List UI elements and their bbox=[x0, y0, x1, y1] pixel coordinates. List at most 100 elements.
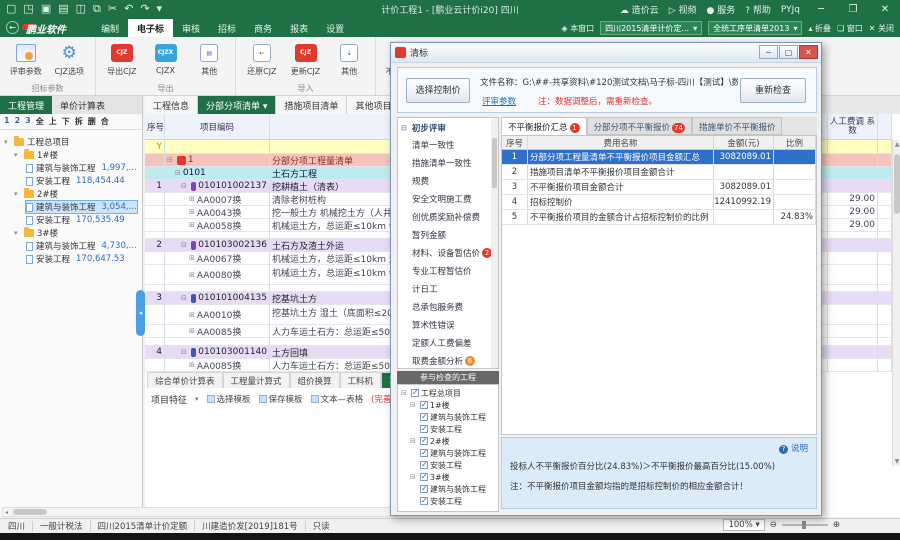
export-cjzx-button[interactable]: CJZX CJZX bbox=[146, 40, 186, 77]
update-cjz-button[interactable]: CJZ 更新CJZ bbox=[286, 40, 326, 77]
review-list-scrollbar[interactable] bbox=[491, 118, 498, 368]
tab-unbalanced-summary[interactable]: 不平衡报价汇总1 bbox=[501, 117, 587, 135]
explanation-link[interactable]: 说明 bbox=[779, 442, 808, 454]
project-check-item[interactable]: 安装工程 bbox=[420, 495, 462, 507]
zoom-value[interactable]: 100% ▾ bbox=[723, 519, 764, 531]
summary-row[interactable]: 5 不平衡报价项目的金额合计占招标控制价的比例 24.83% bbox=[502, 210, 816, 225]
review-item[interactable]: 算术性错误 bbox=[412, 318, 499, 332]
review-item[interactable]: 总承包服务费 bbox=[412, 300, 499, 314]
checkbox-checked-icon[interactable] bbox=[420, 449, 428, 457]
checkbox-checked-icon[interactable] bbox=[420, 437, 428, 445]
zoom-in-icon[interactable]: ⊕ bbox=[833, 520, 840, 530]
tree-item[interactable]: 安装工程170,535.49 bbox=[26, 214, 125, 226]
checkbox-checked-icon[interactable] bbox=[420, 425, 428, 433]
tree-item[interactable]: 建筑与装饰工程4,730,... bbox=[26, 240, 137, 252]
checkbox-checked-icon[interactable] bbox=[420, 401, 428, 409]
window-button[interactable]: ❏ 窗口 bbox=[837, 23, 863, 34]
vertical-scrollbar[interactable]: ▲ ▼ bbox=[892, 140, 900, 466]
service-icon[interactable]: ● 服务 bbox=[707, 3, 736, 16]
restore-cjz-button[interactable]: ⇠ 还原CJZ bbox=[242, 40, 282, 77]
tab-unit-price-sheet[interactable]: 单价计算表 bbox=[52, 96, 113, 114]
project-check-item[interactable]: 建筑与装饰工程 bbox=[420, 483, 486, 495]
level1-button[interactable]: 1 bbox=[4, 116, 10, 127]
review-root[interactable]: ⊟ 初步评审 bbox=[401, 121, 499, 135]
review-item[interactable]: 专业工程暂估价 bbox=[412, 264, 499, 278]
export-cjz-button[interactable]: CJZ 导出CJZ bbox=[102, 40, 142, 77]
project-check-item[interactable]: ⊟1#楼 bbox=[410, 399, 450, 411]
tree-item-selected[interactable]: 建筑与装饰工程3,054,... bbox=[26, 201, 137, 213]
tab-fbfx-list[interactable]: 分部分项清单 ▾ bbox=[198, 96, 276, 114]
menu-tab-zhaobiao[interactable]: 招标 bbox=[209, 19, 245, 37]
review-item[interactable]: 安全文明施工费 bbox=[412, 192, 499, 206]
menu-tab-bianzhi[interactable]: 编制 bbox=[92, 19, 128, 37]
back-icon[interactable]: ← bbox=[6, 21, 19, 34]
level3-button[interactable]: 3 bbox=[25, 116, 31, 127]
menu-tab-shenhe[interactable]: 审核 bbox=[173, 19, 209, 37]
app-logo[interactable]: 鹏业软件 bbox=[26, 21, 66, 36]
tab-fbfx-unbalanced[interactable]: 分部分项不平衡报价74 bbox=[587, 117, 692, 135]
sidebar-collapse-handle[interactable]: ◂ bbox=[136, 290, 145, 336]
tree-item-building1[interactable]: ▾1#楼 bbox=[14, 149, 58, 161]
tab-quantity-formula[interactable]: 工程量计算式 bbox=[223, 372, 290, 388]
recheck-button[interactable]: 重新检查 bbox=[740, 78, 806, 103]
tab-price-conversion[interactable]: 组价换算 bbox=[290, 372, 340, 388]
move-down-button[interactable]: 下 bbox=[62, 116, 70, 127]
text-table-toggle[interactable]: 文本—表格 bbox=[311, 393, 364, 405]
export-other-button[interactable]: ▤ 其他 bbox=[189, 40, 229, 77]
project-check-item[interactable]: 建筑与装饰工程 bbox=[420, 447, 486, 459]
review-item[interactable]: 定额人工费偏差 bbox=[412, 336, 499, 350]
summary-row[interactable]: 1 分部分项工程量清单不平衡报价项目金额汇总 3082089.01 bbox=[502, 150, 816, 165]
review-item[interactable]: 规费 bbox=[412, 174, 499, 188]
tab-unit-price-calc[interactable]: 综合单价计算表 bbox=[147, 372, 223, 388]
collapse-button[interactable]: ▴ 折叠 bbox=[808, 23, 831, 34]
project-check-item[interactable]: ⊟2#楼 bbox=[410, 435, 450, 447]
cjz-options-button[interactable]: ⚙ CJZ选项 bbox=[50, 40, 90, 77]
menu-tab-shezhi[interactable]: 设置 bbox=[317, 19, 353, 37]
checkbox-checked-icon[interactable] bbox=[420, 497, 428, 505]
zoom-slider[interactable] bbox=[782, 524, 828, 526]
checkbox-checked-icon[interactable] bbox=[420, 485, 428, 493]
project-check-item[interactable]: 安装工程 bbox=[420, 459, 462, 471]
maximize-button[interactable]: ❐ bbox=[842, 4, 864, 15]
help-icon[interactable]: ? 帮助 bbox=[745, 3, 771, 16]
tab-labor-material[interactable]: 工料机 bbox=[340, 372, 382, 388]
review-item[interactable]: 计日工 bbox=[412, 282, 499, 296]
dialog-close-button[interactable]: ✕ bbox=[799, 45, 818, 59]
project-check-item[interactable]: 建筑与装饰工程 bbox=[420, 411, 486, 423]
review-item[interactable]: 材料、设备暂估价2 bbox=[412, 246, 499, 260]
dialog-maximize-button[interactable]: ▢ bbox=[779, 45, 798, 59]
tree-item[interactable]: 安装工程170,647.53 bbox=[26, 253, 125, 265]
select-control-price-button[interactable]: 选择控制价 bbox=[406, 78, 470, 103]
close-button[interactable]: ✕ bbox=[874, 4, 896, 15]
delete-button[interactable]: 删 bbox=[88, 116, 96, 127]
tree-item-building3[interactable]: ▾3#楼 bbox=[14, 227, 58, 239]
level2-button[interactable]: 2 bbox=[15, 116, 21, 127]
summary-row[interactable]: 4 招标控制价 12410992.19 bbox=[502, 195, 816, 210]
review-item[interactable]: 取费金额分析6 bbox=[412, 354, 499, 368]
project-check-item[interactable]: ⊟工程总项目 bbox=[401, 387, 461, 399]
tab-project-manage[interactable]: 工程管理 bbox=[0, 96, 52, 114]
save-template-button[interactable]: 保存模板 bbox=[259, 393, 303, 405]
review-item[interactable]: 清单一致性 bbox=[412, 138, 499, 152]
chevron-down-icon[interactable]: ▾ bbox=[195, 395, 199, 403]
menu-tab-baobiao[interactable]: 报表 bbox=[281, 19, 317, 37]
video-icon[interactable]: ▷ 视频 bbox=[669, 3, 697, 16]
checkbox-checked-icon[interactable] bbox=[420, 473, 428, 481]
review-item[interactable]: 措施清单一致性 bbox=[412, 156, 499, 170]
review-params-button[interactable]: 评审参数 bbox=[6, 40, 46, 77]
menu-tab-shangwu[interactable]: 商务 bbox=[245, 19, 281, 37]
zoom-out-icon[interactable]: ⊖ bbox=[770, 520, 777, 530]
tree-item-building2[interactable]: ▾2#楼 bbox=[14, 188, 58, 200]
window-scope-label[interactable]: ◈ 本窗口 bbox=[561, 23, 594, 34]
project-check-item[interactable]: ⊟3#楼 bbox=[410, 471, 450, 483]
cloud-icon[interactable]: ☁ 造价云 bbox=[620, 3, 659, 16]
select-template-button[interactable]: 选择模板 bbox=[207, 393, 251, 405]
menu-tab-dianzibiao[interactable]: 电子标 bbox=[128, 19, 173, 37]
list-standard-dropdown[interactable]: 全统工序单清单2013▾ bbox=[708, 21, 802, 35]
tree-item-root[interactable]: ▾工程总项目 bbox=[4, 136, 70, 148]
tab-measure-list[interactable]: 措施项目清单 bbox=[276, 96, 347, 114]
tree-item[interactable]: 安装工程118,454.44 bbox=[26, 175, 125, 187]
quota-template-dropdown[interactable]: 四川2015清单计价定...▾ bbox=[600, 21, 702, 35]
minimize-button[interactable]: ─ bbox=[810, 4, 832, 15]
horizontal-scrollbar[interactable]: ◂ ▸ bbox=[2, 507, 398, 517]
